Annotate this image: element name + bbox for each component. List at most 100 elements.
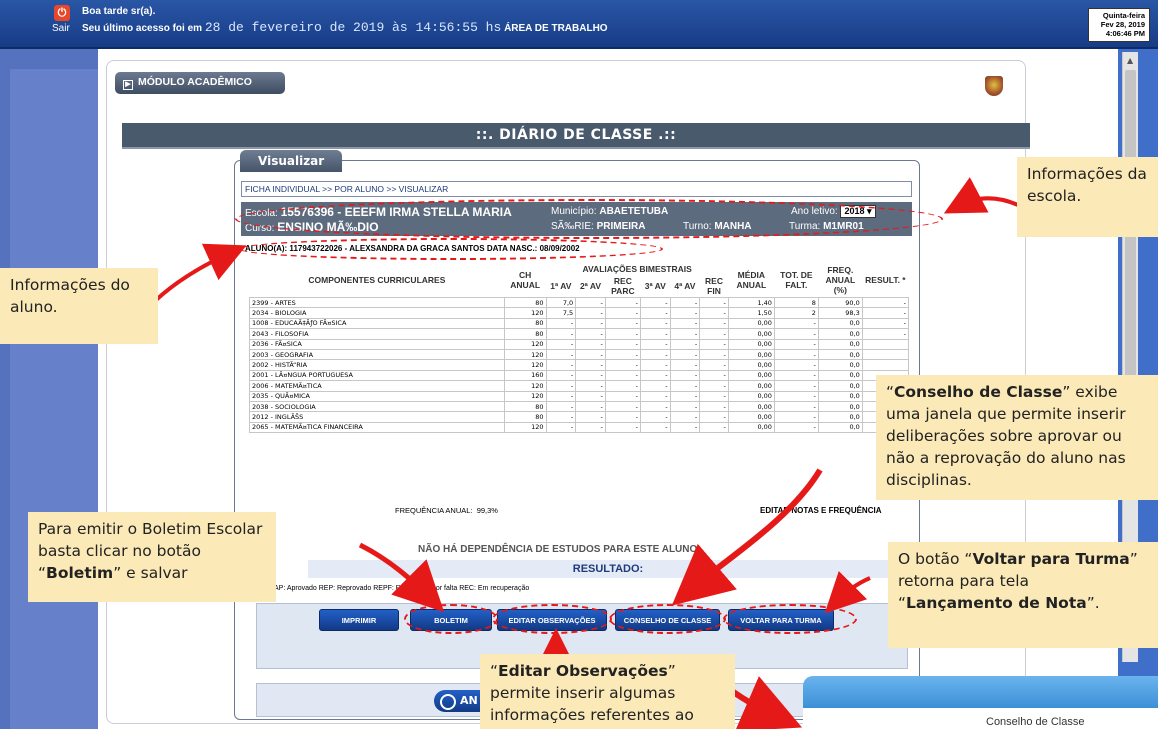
date-clock: Quinta-feira Fev 28, 2019 4:06:46 PM [1088, 8, 1150, 42]
table-row: 2399 - ARTES 80 7,0- - - - -1,40 8 90,0- [249, 296, 910, 309]
power-icon[interactable]: ⏻ [54, 5, 70, 21]
table-row: 2065 - MATEMÃ¤TICA FINANCEIRA 120- - - - - -0,… [249, 421, 910, 434]
col-av4: 4ª AV [674, 281, 696, 291]
print-button[interactable]: IMPRIMIR [319, 609, 399, 631]
grade-cell: - [639, 307, 671, 319]
grade-cell: - [639, 400, 671, 413]
grade-cell: - [699, 296, 729, 309]
grade-cell: - [773, 328, 819, 340]
grade-cell: - [699, 317, 729, 330]
note-school-info: Informações da escola. [1017, 157, 1158, 237]
col-media: MÉDIA ANUAL [736, 270, 767, 290]
grade-cell: - [639, 390, 671, 402]
grade-cell: - [699, 380, 729, 392]
logout-label[interactable]: Sair [52, 23, 70, 34]
grade-cell: - [699, 338, 729, 350]
subject-cell: 2003 - GEOGRAFIA [249, 348, 505, 361]
grade-cell: 120 [503, 307, 547, 319]
note-class-council: “Conselho de Classe” exibe uma janela qu… [876, 375, 1158, 500]
grade-cell: - [604, 380, 641, 392]
note-editar-q1: “ [490, 662, 499, 680]
table-row: 2002 - HISTÃ“RIA 120- - - - - -0,00-0,0 [249, 359, 910, 371]
note-voltar-bold2: Lançamento de Nota [906, 594, 1087, 612]
grade-cell: 0,00 [727, 328, 775, 340]
class-council-highlight [609, 604, 726, 634]
grade-cell: - [861, 307, 910, 319]
workspace-link[interactable]: ÁREA DE TRABALHO [504, 23, 608, 34]
grade-cell: - [545, 411, 577, 423]
grade-cell: 0,0 [817, 421, 863, 434]
breadcrumb[interactable]: FICHA INDIVIDUAL >> POR ALUNO >> VISUALI… [241, 181, 912, 197]
col-result: RESULT. * [865, 275, 906, 285]
grade-cell: - [545, 348, 577, 361]
grade-cell: 0,0 [817, 317, 863, 330]
col-ch: CH ANUAL [510, 270, 541, 290]
last-access-prefix: Seu último acesso foi em [82, 23, 203, 34]
grade-cell: - [699, 411, 729, 423]
grade-cell: 80 [503, 317, 547, 330]
note-council-bold: Conselho de Classe [894, 383, 1063, 401]
grade-cell: - [575, 348, 606, 361]
grade-cell: - [545, 400, 577, 413]
grade-cell: - [575, 307, 606, 319]
grade-cell: - [699, 348, 729, 361]
table-row: 2035 - QUÃ¤MICA 120- - - - - -0,00-0,0 [249, 390, 910, 402]
time: 4:06:46 PM [1105, 29, 1145, 38]
subject-cell: 2038 - SOCIOLOGIA [249, 400, 505, 413]
grade-cell: 80 [503, 411, 547, 423]
grade-cell: 90,0 [817, 296, 863, 309]
grade-cell: 0,00 [727, 317, 775, 330]
grade-cell: 8 [773, 296, 819, 309]
grade-cell: - [669, 400, 701, 413]
grade-cell: - [604, 411, 641, 423]
weekday: Quinta-feira [1102, 11, 1145, 20]
grade-cell: - [575, 421, 606, 434]
grades-table: COMPONENTES CURRICULARES CH ANUAL AVALIA… [249, 263, 910, 434]
freq-anual-value: 99,3% [476, 506, 498, 515]
grade-cell: - [639, 421, 671, 434]
grade-cell: - [669, 348, 701, 361]
tab-visualizar[interactable]: Visualizar [240, 150, 342, 172]
grade-cell: - [575, 380, 606, 392]
grade-cell: - [773, 317, 819, 330]
table-row: 2003 - GEOGRAFIA 120- - - - - -0,00-0,0 [249, 348, 910, 361]
grade-cell: - [773, 348, 819, 361]
grade-cell: 0,00 [727, 359, 775, 371]
module-arrow-icon: ▶ [123, 80, 133, 90]
edit-grades-link[interactable]: EDITAR NOTAS E FREQUÊNCIA [760, 506, 881, 515]
note-back-to-class: O botão “Voltar para Turma” retorna para… [888, 542, 1158, 648]
grade-cell: 0,00 [727, 390, 775, 402]
grade-cell: - [699, 400, 729, 413]
scroll-up-icon[interactable]: ▲ [1127, 56, 1133, 65]
grade-cell: - [639, 380, 671, 392]
table-row: 2036 - FÃ¤SICA 120- - - - - -0,00-0,0 [249, 338, 910, 350]
grade-cell: 0,00 [727, 411, 775, 423]
col-tot-falt: TOT. DE FALT. [780, 270, 813, 290]
grade-cell: 0,0 [817, 338, 863, 350]
last-access-datetime: 28 de fevereiro de 2019 às 14:56:55 hs [204, 20, 502, 35]
grade-cell: 0,0 [817, 411, 863, 423]
table-row: 2038 - SOCIOLOGIA 80- - - - - -0,00-0,0 [249, 400, 910, 413]
col-rec-parc: REC PARC [611, 276, 635, 296]
grade-cell [861, 348, 910, 361]
grade-cell: - [545, 380, 577, 392]
grade-cell: - [639, 317, 671, 330]
back-to-class-highlight [723, 604, 857, 634]
grade-cell: 0,0 [817, 390, 863, 402]
grade-cell: 120 [503, 380, 547, 392]
grade-cell: - [604, 296, 641, 309]
grade-cell: - [604, 338, 641, 350]
grade-cell: - [773, 411, 819, 423]
subject-cell: 1008 - EDUCAÃ‡ÃƒO FÃ¤SICA [249, 317, 505, 330]
subject-cell: 2043 - FILOSOFIA [249, 328, 505, 340]
bottom-button[interactable]: AN [434, 690, 480, 712]
edit-observations-highlight [492, 604, 612, 634]
grade-cell: 98,3 [817, 307, 863, 319]
note-student-info: Informações do aluno. [0, 268, 158, 344]
grade-cell: - [773, 380, 819, 392]
table-row: 2006 - MATEMÃ¤TICA 120- - - - - -0,00-0,0 [249, 380, 910, 392]
subject-cell: 2006 - MATEMÃ¤TICA [249, 380, 505, 392]
grade-cell: - [669, 421, 701, 434]
grade-cell: 0,0 [817, 400, 863, 413]
module-bar[interactable]: ▶ MÓDULO ACADÊMICO [115, 72, 285, 94]
